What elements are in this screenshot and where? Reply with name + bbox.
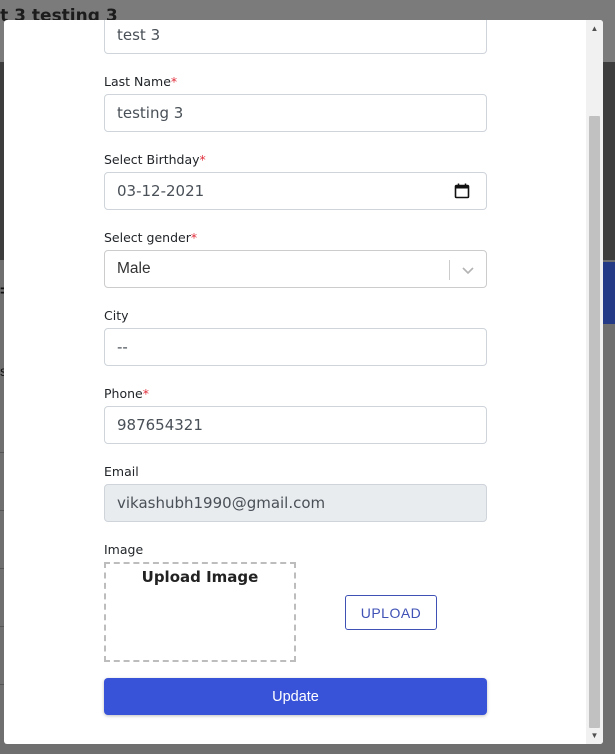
city-value: -- <box>117 338 128 356</box>
image-dropzone[interactable]: Upload Image <box>104 562 296 662</box>
phone-value: 987654321 <box>117 416 203 434</box>
phone-field: Phone* 987654321 <box>104 386 487 444</box>
edit-profile-modal: test 3 Last Name* testing 3 Select Birth… <box>4 20 603 744</box>
email-input: vikashubh1990@gmail.com <box>104 484 487 522</box>
first-name-input[interactable]: test 3 <box>104 20 487 54</box>
last-name-value: testing 3 <box>117 104 184 122</box>
update-button[interactable]: Update <box>104 678 487 715</box>
image-field: Image <box>104 542 487 562</box>
email-value: vikashubh1990@gmail.com <box>117 494 326 512</box>
birthday-label: Select Birthday* <box>104 152 206 167</box>
city-label: City <box>104 308 129 323</box>
email-label: Email <box>104 464 139 479</box>
modal-scrollbar[interactable]: ▲ ▼ <box>586 20 603 744</box>
last-name-label: Last Name* <box>104 74 178 89</box>
image-label: Image <box>104 542 144 557</box>
gender-field: Select gender* Male <box>104 230 487 288</box>
scroll-up-icon[interactable]: ▲ <box>586 20 603 37</box>
gender-select[interactable]: Male <box>104 250 487 288</box>
upload-button[interactable]: UPLOAD <box>345 595 437 630</box>
phone-input[interactable]: 987654321 <box>104 406 487 444</box>
birthday-input[interactable]: 03-12-2021 <box>104 172 487 210</box>
gender-label: Select gender* <box>104 230 198 245</box>
last-name-input[interactable]: testing 3 <box>104 94 487 132</box>
calendar-icon[interactable] <box>454 183 470 199</box>
scroll-thumb[interactable] <box>589 116 600 728</box>
last-name-field: Last Name* testing 3 <box>104 74 487 132</box>
chevron-down-icon[interactable] <box>460 262 476 278</box>
birthday-field: Select Birthday* 03-12-2021 <box>104 152 487 210</box>
city-input[interactable]: -- <box>104 328 487 366</box>
birthday-value: 03-12-2021 <box>117 182 205 200</box>
email-field: Email vikashubh1990@gmail.com <box>104 464 487 522</box>
city-field: City -- <box>104 308 487 366</box>
phone-label: Phone* <box>104 386 149 401</box>
first-name-value: test 3 <box>117 26 161 44</box>
upload-image-title: Upload Image <box>141 568 259 586</box>
gender-value: Male <box>117 260 151 277</box>
scroll-down-icon[interactable]: ▼ <box>586 727 603 744</box>
first-name-field: test 3 <box>104 20 487 54</box>
select-separator <box>449 260 450 280</box>
